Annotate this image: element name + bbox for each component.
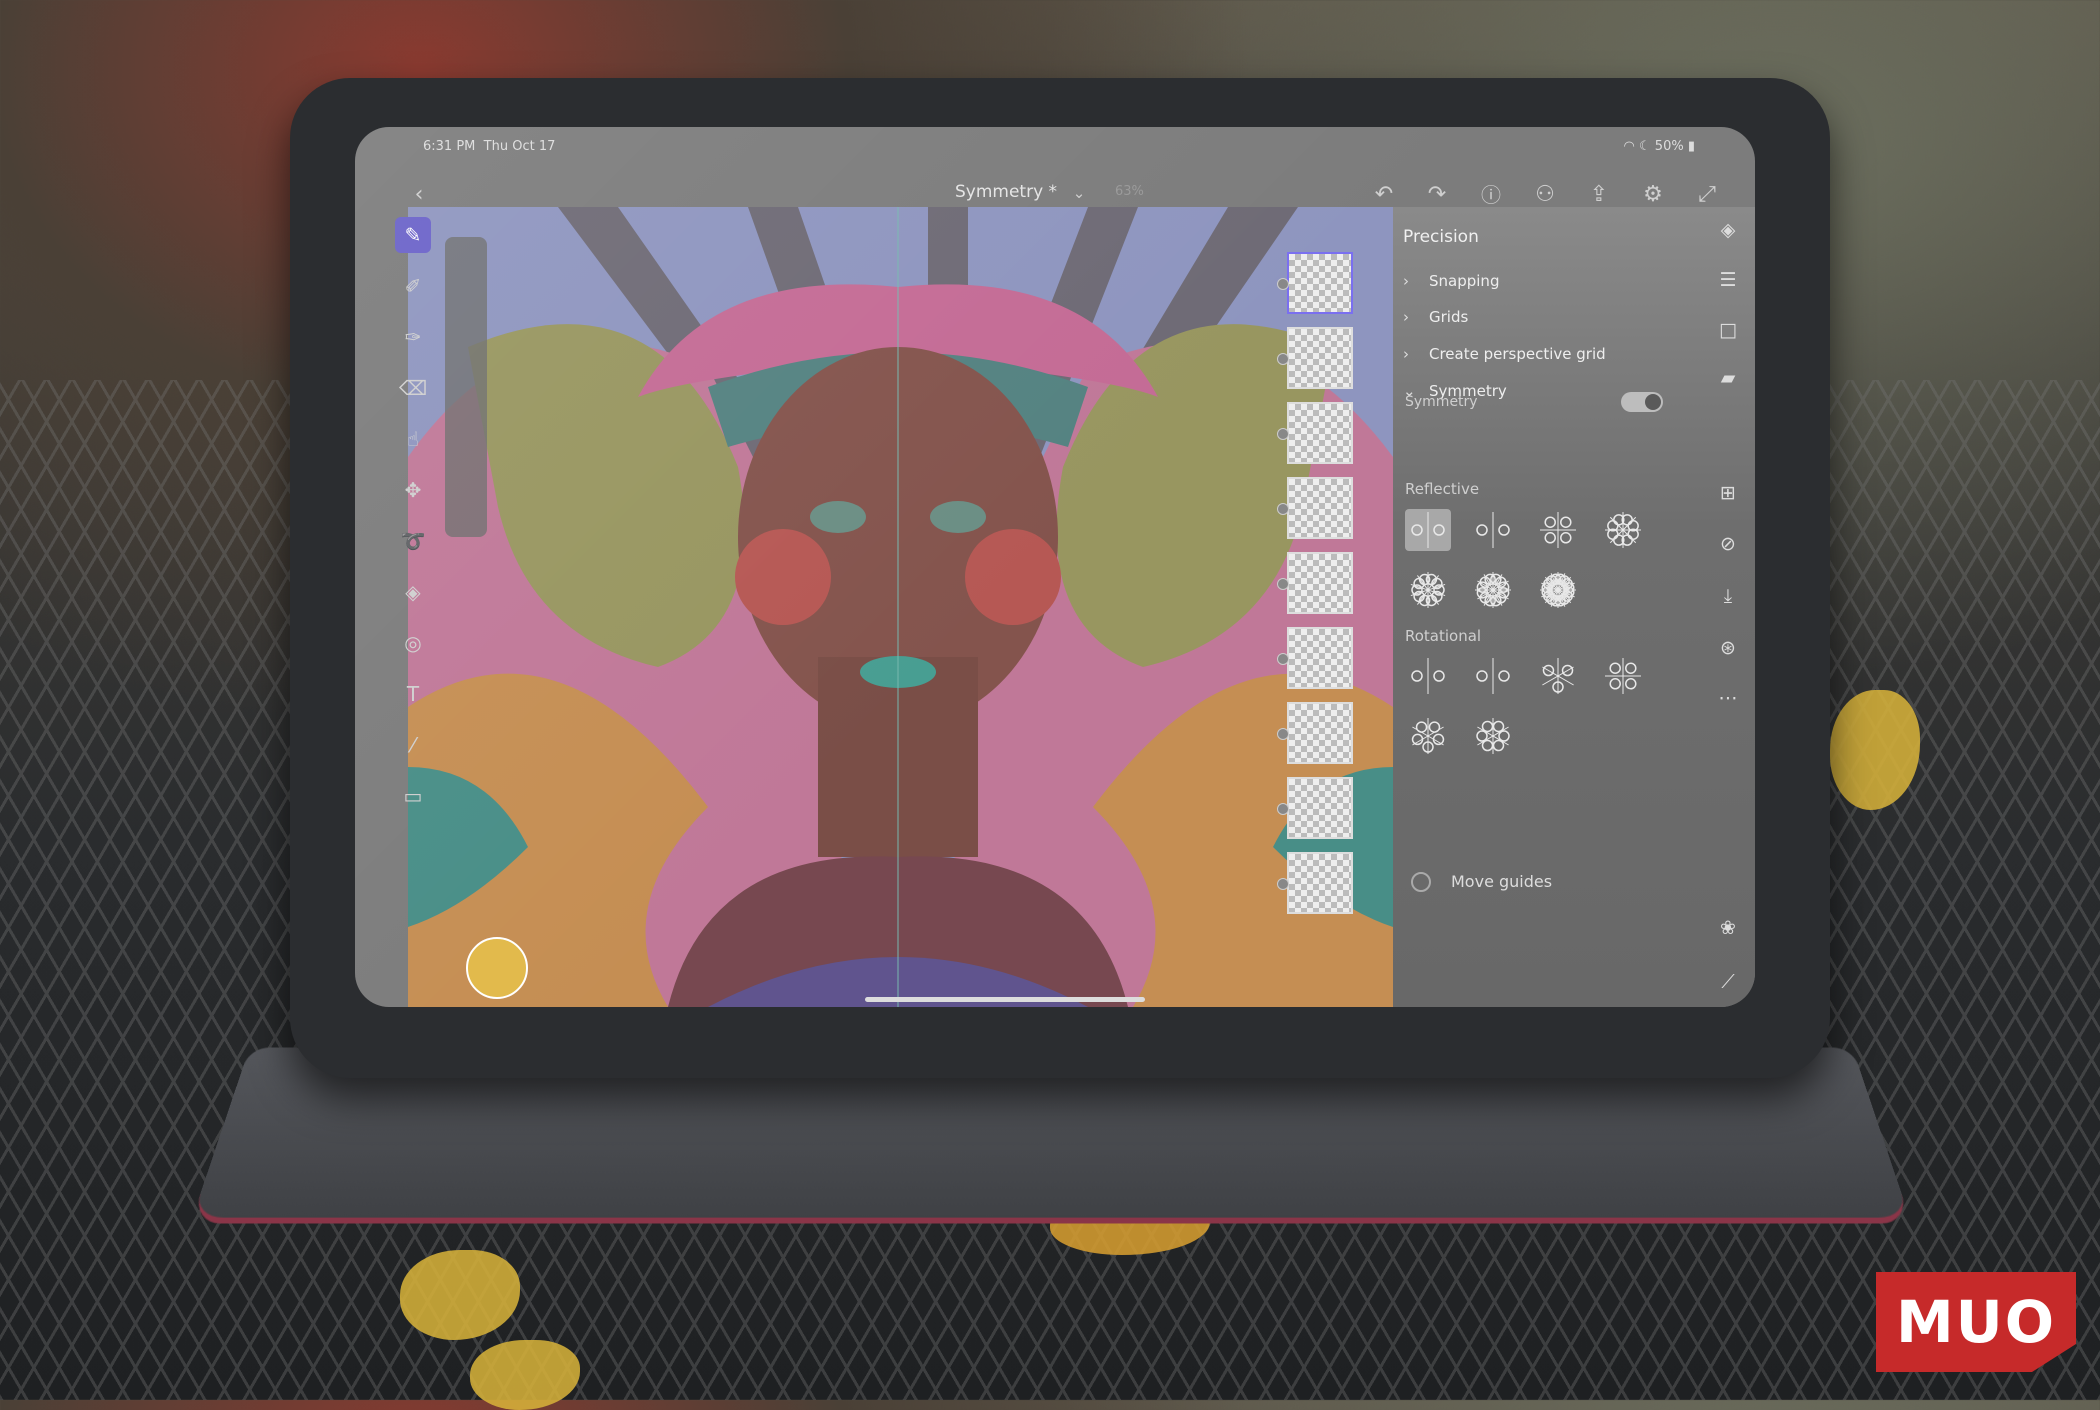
brush-icon[interactable]: ✎ — [395, 217, 431, 253]
image-icon[interactable]: ▭ — [395, 778, 431, 814]
add-layer-icon[interactable]: ⊞ — [1715, 480, 1741, 506]
brush-subtools — [445, 237, 487, 537]
status-time: 6:31 PM Thu Oct 17 — [423, 139, 556, 154]
layer-thumbnail[interactable] — [1277, 702, 1353, 764]
rotational-6-icon[interactable] — [1470, 715, 1516, 757]
chevron-right-icon: › — [1403, 345, 1409, 363]
layer-thumbnail[interactable] — [1277, 477, 1353, 539]
rotational-2-icon[interactable] — [1405, 655, 1451, 697]
reflective-vertical-icon[interactable] — [1405, 509, 1451, 551]
layer-thumbnail[interactable] — [1277, 252, 1353, 314]
shape-icon[interactable]: ◎ — [395, 625, 431, 661]
color-picker[interactable] — [466, 937, 528, 999]
layer-visibility-icon[interactable] — [1277, 353, 1289, 365]
symmetry-toggle[interactable] — [1621, 392, 1663, 412]
text-icon[interactable]: T — [395, 676, 431, 712]
section-grids[interactable]: › Grids — [1403, 308, 1468, 326]
layer-visibility-icon[interactable] — [1277, 278, 1289, 290]
reflective-label: Reflective — [1405, 480, 1480, 498]
comment-icon[interactable]: ▰ — [1715, 365, 1741, 391]
mask-icon[interactable]: □ — [1715, 317, 1741, 343]
move-icon[interactable]: ✥ — [395, 472, 431, 508]
drawing-canvas[interactable] — [408, 207, 1393, 1007]
layers-icon[interactable]: ◈ — [1715, 217, 1741, 243]
lasso-icon[interactable]: ➰ — [395, 523, 431, 559]
blend-mode-icon[interactable]: ⊛ — [1715, 635, 1741, 661]
ruler-icon[interactable]: ⟋ — [1715, 969, 1741, 995]
merge-down-icon[interactable]: ⤓ — [1715, 583, 1741, 609]
layer-visibility-icon[interactable] — [1277, 803, 1289, 815]
layer-thumbnail[interactable] — [1277, 402, 1353, 464]
section-snapping[interactable]: › Snapping — [1403, 272, 1499, 290]
rotational-4-icon[interactable] — [1600, 655, 1646, 697]
smudge-icon[interactable]: ☝ — [395, 421, 431, 457]
reflective-10-icon[interactable] — [1405, 569, 1451, 611]
panel-title: Precision — [1403, 227, 1479, 247]
layer-properties-icon[interactable]: ☰ — [1715, 267, 1741, 293]
layer-visibility-icon[interactable] — [1277, 578, 1289, 590]
layer-visibility-icon[interactable] — [1277, 878, 1289, 890]
reflective-16-icon[interactable] — [1535, 569, 1581, 611]
zoom-level: 63% — [1115, 184, 1144, 199]
fullscreen-icon[interactable]: ⤢ — [1693, 181, 1721, 209]
rotational-3-icon[interactable] — [1535, 655, 1581, 697]
symmetry-toggle-label: Symmetry — [1405, 394, 1478, 410]
layer-thumbnail[interactable] — [1277, 327, 1353, 389]
rotational-5-icon[interactable] — [1405, 715, 1451, 757]
muo-watermark-logo: MUO — [1876, 1272, 2076, 1372]
fill-icon[interactable]: ◈ — [395, 574, 431, 610]
reflective-horizontal-icon[interactable] — [1470, 509, 1516, 551]
layers-strip — [1277, 252, 1361, 1007]
reflective-quad-icon[interactable] — [1535, 509, 1581, 551]
document-title[interactable]: Symmetry * — [955, 182, 1057, 202]
help-icon[interactable]: ⓘ — [1477, 181, 1505, 209]
home-indicator — [865, 997, 1145, 1002]
tablet-screen: 6:31 PM Thu Oct 17 ◠ ☾ 50% ▮ ‹ Symmetry … — [355, 127, 1755, 1007]
status-right: ◠ ☾ 50% ▮ — [1623, 139, 1695, 154]
layer-thumbnail[interactable] — [1277, 777, 1353, 839]
settings-icon[interactable]: ⚙ — [1639, 181, 1667, 209]
layer-thumbnail[interactable] — [1277, 852, 1353, 914]
pixel-brush-icon[interactable]: ✐ — [395, 268, 431, 304]
undo-icon[interactable]: ↶ — [1370, 181, 1398, 209]
share-icon[interactable]: ⇪ — [1585, 181, 1613, 209]
section-perspective-grid[interactable]: › Create perspective grid — [1403, 345, 1606, 363]
more-icon[interactable]: ⋯ — [1715, 685, 1741, 711]
move-guides-radio[interactable] — [1411, 872, 1431, 892]
eraser-icon[interactable]: ⌫ — [395, 370, 431, 406]
rotational-2-diagonal-icon[interactable] — [1470, 655, 1516, 697]
reflective-8-icon[interactable] — [1600, 509, 1646, 551]
redo-icon[interactable]: ↷ — [1423, 181, 1451, 209]
reflective-12-icon[interactable] — [1470, 569, 1516, 611]
eyedropper-icon[interactable]: ⁄ — [395, 727, 431, 763]
layer-visibility-icon[interactable] — [1277, 428, 1289, 440]
hide-layer-icon[interactable]: ⊘ — [1715, 531, 1741, 557]
layer-visibility-icon[interactable] — [1277, 503, 1289, 515]
chevron-right-icon: › — [1403, 272, 1409, 290]
precision-panel: Precision › Snapping › Grids › Create persp… — [1393, 207, 1755, 1007]
rotational-label: Rotational — [1405, 627, 1482, 645]
touch-shortcut-icon[interactable]: ❀ — [1715, 915, 1741, 941]
layer-visibility-icon[interactable] — [1277, 653, 1289, 665]
live-brush-icon[interactable]: ✑ — [395, 319, 431, 355]
layer-visibility-icon[interactable] — [1277, 728, 1289, 740]
move-guides-label[interactable]: Move guides — [1451, 872, 1552, 891]
layer-thumbnail[interactable] — [1277, 552, 1353, 614]
toolbar-left: ✎ ✐ ✑ ⌫ ☝ ✥ ➰ ◈ ◎ T ⁄ ▭ — [388, 217, 438, 837]
add-person-icon[interactable]: ⚇ — [1531, 181, 1559, 209]
chevron-right-icon: › — [1403, 308, 1409, 326]
back-icon[interactable]: ‹ — [405, 181, 433, 209]
chevron-down-icon[interactable]: ⌄ — [1065, 179, 1093, 207]
layer-thumbnail[interactable] — [1277, 627, 1353, 689]
